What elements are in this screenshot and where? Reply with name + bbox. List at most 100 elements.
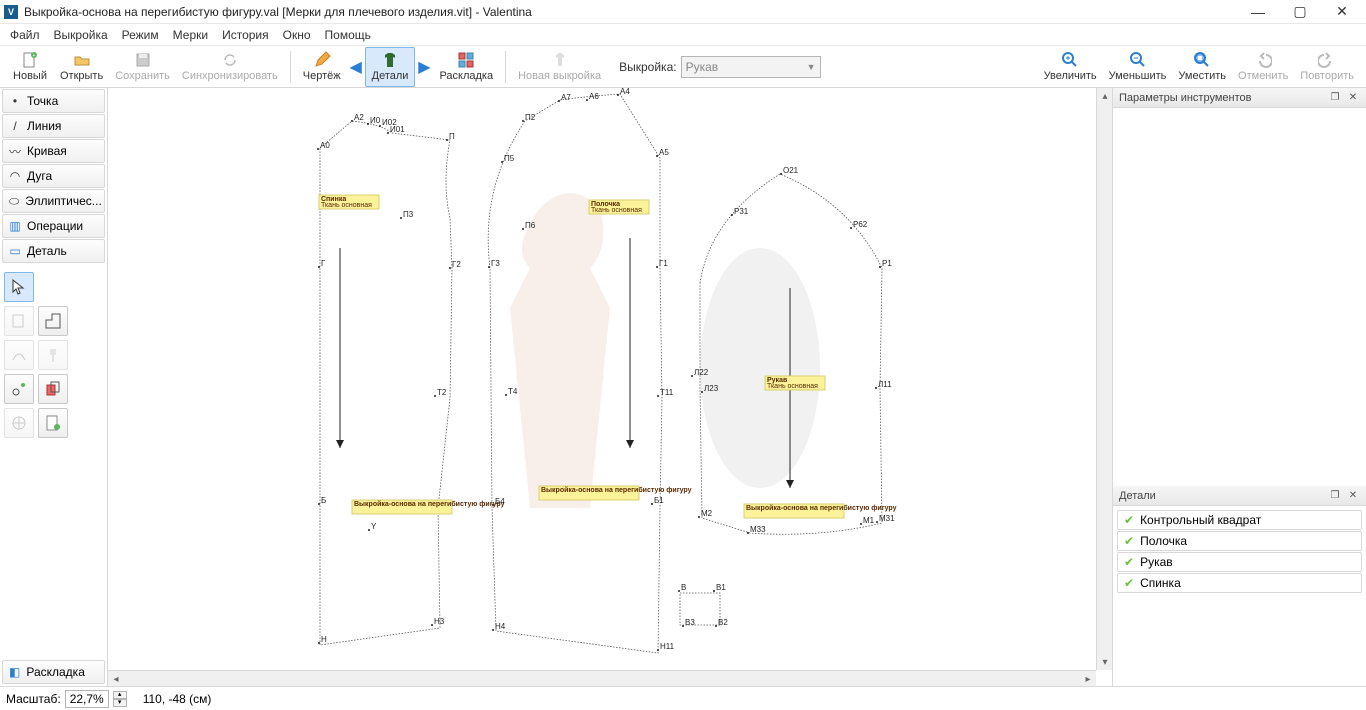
new-pattern-button[interactable]: Новая выкройка (512, 47, 607, 87)
svg-text:И01: И01 (390, 125, 405, 134)
next-piece-button[interactable]: ▶ (415, 57, 433, 77)
prev-piece-button[interactable]: ◀ (347, 57, 365, 77)
svg-text:П: П (449, 132, 455, 141)
scroll-left-icon[interactable]: ◂ (108, 671, 124, 686)
new-icon: + (21, 51, 39, 69)
tool-insert-node[interactable] (4, 374, 34, 404)
svg-text:П6: П6 (525, 221, 536, 230)
tool-new-detail[interactable] (4, 306, 34, 336)
tool-export[interactable] (38, 408, 68, 438)
menu-window[interactable]: Окно (283, 28, 311, 42)
details-panel-title: Детали (1119, 490, 1156, 502)
tool-pin[interactable] (38, 340, 68, 370)
category-point[interactable]: •Точка (2, 89, 105, 113)
drawing-canvas[interactable]: СпинкаТкань основнаяПолочкаТкань основна… (108, 88, 1112, 686)
svg-text:А5: А5 (659, 148, 669, 157)
detail-item[interactable]: ✔Полочка (1117, 531, 1362, 551)
menu-pattern[interactable]: Выкройка (54, 28, 108, 42)
svg-text:Т11: Т11 (660, 388, 674, 397)
svg-text:Н3: Н3 (434, 617, 445, 626)
left-toolbox: •Точка /Линия 〰Кривая ◠Дуга ⬭Эллиптичес.… (0, 88, 108, 686)
zoom-out-button[interactable]: Уменьшить (1103, 47, 1173, 87)
menu-measurements[interactable]: Мерки (173, 28, 208, 42)
maximize-button[interactable]: ▢ (1288, 2, 1312, 22)
right-dock: Параметры инструментов ❐ ✕ Детали ❐ ✕ ✔К… (1112, 88, 1366, 686)
pattern-dropdown-label: Выкройка: (619, 60, 676, 74)
shirt-icon (381, 51, 399, 69)
statusbar: Масштаб: 22,7% ▴ ▾ 110, -48 (см) (0, 686, 1366, 710)
step-down-icon[interactable]: ▾ (113, 699, 127, 707)
layout-panel-button[interactable]: ◧ Раскладка (2, 660, 105, 684)
category-elliptical[interactable]: ⬭Эллиптичес... (2, 189, 105, 213)
horizontal-scrollbar[interactable]: ◂ ▸ (108, 670, 1096, 686)
save-button[interactable]: Сохранить (109, 47, 176, 87)
menu-history[interactable]: История (222, 28, 269, 42)
tool-path[interactable] (4, 340, 34, 370)
menu-file[interactable]: Файл (10, 28, 40, 42)
zoom-stepper[interactable]: ▴ ▾ (113, 691, 127, 707)
svg-text:Б1: Б1 (654, 496, 664, 505)
zoom-in-icon (1061, 51, 1079, 69)
layout-icon (457, 51, 475, 69)
scroll-right-icon[interactable]: ▸ (1080, 671, 1096, 686)
detail-item[interactable]: ✔Спинка (1117, 573, 1362, 593)
vertical-scrollbar[interactable]: ▴ ▾ (1096, 88, 1112, 670)
detail-item[interactable]: ✔Контрольный квадрат (1117, 510, 1362, 530)
category-line[interactable]: /Линия (2, 114, 105, 138)
check-icon: ✔ (1124, 513, 1134, 527)
ellipse-icon: ⬭ (9, 194, 19, 209)
step-up-icon[interactable]: ▴ (113, 691, 127, 699)
redo-button[interactable]: Повторить (1294, 47, 1360, 87)
scroll-down-icon[interactable]: ▾ (1097, 654, 1112, 670)
layout-panel-icon: ◧ (9, 665, 20, 679)
svg-text:М1: М1 (863, 516, 875, 525)
category-operations[interactable]: ▥Операции (2, 214, 105, 238)
close-button[interactable]: ✕ (1330, 2, 1354, 22)
svg-text:А7: А7 (561, 93, 571, 102)
category-curve[interactable]: 〰Кривая (2, 139, 105, 163)
svg-text:Л23: Л23 (704, 384, 719, 393)
tool-pointer[interactable] (4, 272, 34, 302)
details-panel-header: Детали ❐ ✕ (1113, 486, 1366, 506)
undock-icon[interactable]: ❐ (1328, 489, 1342, 503)
svg-text:Р1: Р1 (882, 259, 892, 268)
draft-mode-button[interactable]: Чертёж (297, 47, 347, 87)
svg-text:В3: В3 (685, 618, 695, 627)
category-arc[interactable]: ◠Дуга (2, 164, 105, 188)
svg-text:Р62: Р62 (853, 220, 868, 229)
details-mode-button[interactable]: Детали (365, 47, 416, 87)
app-icon: V (4, 5, 18, 19)
pattern-dropdown[interactable]: Рукав ▼ (681, 56, 821, 78)
minimize-button[interactable]: — (1246, 2, 1270, 22)
svg-text:В: В (681, 583, 686, 592)
scroll-up-icon[interactable]: ▴ (1097, 88, 1112, 104)
undock-icon[interactable]: ❐ (1328, 91, 1342, 105)
zoom-value-field[interactable]: 22,7% (65, 690, 109, 708)
new-button[interactable]: + Новый (6, 47, 54, 87)
layout-mode-button[interactable]: Раскладка (433, 47, 499, 87)
check-icon: ✔ (1124, 534, 1134, 548)
zoom-fit-button[interactable]: Уместить (1172, 47, 1232, 87)
menu-help[interactable]: Помощь (325, 28, 371, 42)
svg-text:Г: Г (321, 259, 326, 268)
tool-true-darts[interactable] (4, 408, 34, 438)
category-detail[interactable]: ▭Деталь (2, 239, 105, 263)
menu-mode[interactable]: Режим (122, 28, 159, 42)
tool-union[interactable] (38, 306, 68, 336)
svg-text:Ткань основная: Ткань основная (591, 207, 642, 214)
tool-properties-header: Параметры инструментов ❐ ✕ (1113, 88, 1366, 108)
open-button[interactable]: Открыть (54, 47, 109, 87)
close-panel-icon[interactable]: ✕ (1346, 489, 1360, 503)
close-panel-icon[interactable]: ✕ (1346, 91, 1360, 105)
check-icon: ✔ (1124, 555, 1134, 569)
svg-text:А0: А0 (320, 141, 330, 150)
svg-text:Б: Б (321, 496, 326, 505)
check-icon: ✔ (1124, 576, 1134, 590)
zoom-in-button[interactable]: Увеличить (1038, 47, 1103, 87)
tool-duplicate[interactable] (38, 374, 68, 404)
detail-icon: ▭ (9, 244, 21, 258)
svg-text:Л22: Л22 (694, 368, 709, 377)
undo-button[interactable]: Отменить (1232, 47, 1294, 87)
sync-button[interactable]: Синхронизировать (176, 47, 284, 87)
detail-item[interactable]: ✔Рукав (1117, 552, 1362, 572)
